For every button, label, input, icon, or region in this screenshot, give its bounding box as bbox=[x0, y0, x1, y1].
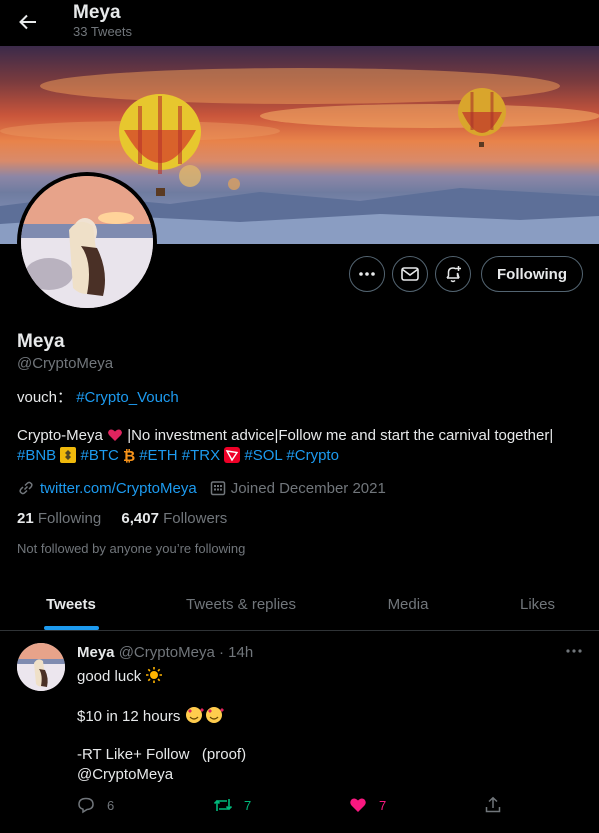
heart-icon bbox=[350, 798, 366, 812]
retweet-icon bbox=[213, 799, 233, 811]
tweet-text-1: good luck bbox=[77, 668, 142, 685]
joined-date: Joined December 2021 bbox=[230, 479, 386, 497]
hashtag-bnb-link[interactable]: #BNB bbox=[17, 447, 56, 464]
smiling-hearts-emoji-icon bbox=[185, 707, 224, 723]
tab-media[interactable]: Media bbox=[340, 578, 476, 630]
profile-tabs: Tweets Tweets & replies Media Likes bbox=[0, 578, 599, 631]
back-arrow-icon[interactable] bbox=[12, 6, 44, 38]
hashtag-crypto-link[interactable]: #Crypto bbox=[286, 447, 339, 464]
mail-icon bbox=[401, 267, 419, 281]
active-tab-indicator bbox=[44, 626, 99, 630]
following-count-link[interactable]: 21 Following bbox=[17, 510, 101, 527]
followers-label: Followers bbox=[163, 510, 228, 527]
like-count: 7 bbox=[379, 797, 387, 813]
share-icon bbox=[485, 796, 501, 813]
like-action[interactable]: 7 bbox=[349, 796, 386, 814]
calendar-icon bbox=[210, 481, 225, 496]
tab-tweets[interactable]: Tweets bbox=[0, 578, 142, 630]
more-options-button[interactable] bbox=[349, 256, 385, 292]
hashtag-trx-link[interactable]: #TRX bbox=[182, 447, 220, 464]
hashtag-eth-link[interactable]: #ETH bbox=[139, 447, 177, 464]
tweet-line-1: good luck bbox=[77, 666, 163, 685]
more-icon bbox=[566, 649, 582, 653]
share-action[interactable] bbox=[484, 796, 502, 814]
following-count: 21 bbox=[17, 510, 34, 527]
tweet-line-2: $10 in 12 hours bbox=[77, 706, 225, 725]
tweet-more-button[interactable] bbox=[563, 640, 585, 662]
header-title: Meya bbox=[73, 2, 121, 23]
tweet-author-name[interactable]: Meya bbox=[77, 644, 115, 661]
followers-count-link[interactable]: 6,407 Followers bbox=[121, 510, 227, 527]
more-icon bbox=[359, 272, 375, 276]
tweet-time[interactable]: · 14h bbox=[219, 644, 253, 661]
tweet-mention-link[interactable]: @CryptoMeya bbox=[77, 766, 173, 783]
bitcoin-icon: ₿ bbox=[123, 447, 135, 463]
message-button[interactable] bbox=[392, 256, 428, 292]
profile-meta: twitter.com/CryptoMeya Joined December 2… bbox=[17, 479, 386, 497]
profile-bio: Crypto-Meya |No investment advice|Follow… bbox=[17, 426, 587, 466]
tab-likes[interactable]: Likes bbox=[476, 578, 599, 630]
vouch-hashtag-link[interactable]: #Crypto_Vouch bbox=[76, 389, 179, 406]
follow-counts: 21 Following 6,407 Followers bbox=[17, 510, 227, 527]
tweet-avatar[interactable] bbox=[17, 643, 65, 691]
retweet-count: 7 bbox=[244, 797, 252, 813]
bio-name: Crypto-Meya bbox=[17, 427, 103, 444]
profile-vouch: vouch： #Crypto_Vouch bbox=[17, 386, 179, 407]
following-button[interactable]: Following bbox=[481, 256, 583, 292]
followers-count: 6,407 bbox=[121, 510, 159, 527]
reply-icon bbox=[78, 797, 94, 814]
hashtag-btc-link[interactable]: #BTC bbox=[81, 447, 119, 464]
bnb-coin-icon bbox=[60, 447, 77, 463]
hashtag-sol-link[interactable]: #SOL bbox=[244, 447, 282, 464]
reply-action[interactable]: 6 bbox=[77, 796, 114, 814]
tab-tweets-replies[interactable]: Tweets & replies bbox=[142, 578, 340, 630]
tweet-text-3: -RT Like+ Follow (proof) bbox=[77, 746, 247, 763]
notify-button[interactable] bbox=[435, 256, 471, 292]
tweet-author-handle[interactable]: @CryptoMeya bbox=[119, 644, 215, 661]
svg-text:₿: ₿ bbox=[123, 447, 135, 463]
link-icon bbox=[19, 481, 33, 495]
sun-emoji-icon bbox=[146, 667, 163, 683]
tron-icon bbox=[224, 447, 241, 463]
website-link[interactable]: twitter.com/CryptoMeya bbox=[40, 480, 197, 497]
vouch-label: vouch： bbox=[17, 389, 73, 406]
retweet-action[interactable]: 7 bbox=[213, 796, 251, 814]
tweet-count: 33 Tweets bbox=[73, 24, 133, 39]
profile-name: Meya bbox=[17, 331, 65, 352]
following-label: Following bbox=[37, 510, 102, 527]
bio-text: |No investment advice|Follow me and star… bbox=[127, 427, 554, 444]
top-bar: Meya 33 Tweets bbox=[0, 0, 599, 46]
heart-emoji-icon bbox=[108, 429, 122, 441]
reply-count: 6 bbox=[107, 797, 115, 813]
tweet-header: Meya @CryptoMeya · 14h bbox=[77, 644, 253, 661]
profile-avatar[interactable] bbox=[17, 172, 157, 312]
profile-handle: @CryptoMeya bbox=[17, 355, 114, 372]
bell-plus-icon bbox=[446, 266, 461, 283]
not-followed-note: Not followed by anyone you’re following bbox=[17, 541, 246, 556]
tweet-text-2: $10 in 12 hours bbox=[77, 708, 181, 725]
